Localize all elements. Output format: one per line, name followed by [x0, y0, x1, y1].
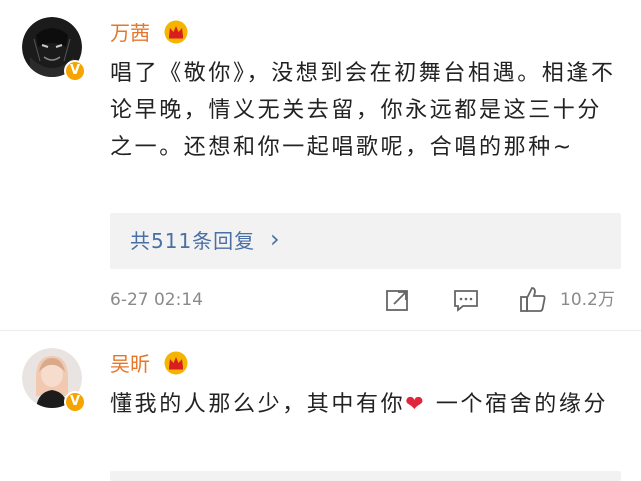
crown-icon: [163, 20, 189, 48]
heart-emoji-icon: ❤: [405, 392, 427, 417]
comment-text-part: 一个宿舍的缘分: [426, 392, 609, 417]
comment-text: 唱了《敬你》，没想到会在初舞台相遇。相逢不论早晚，情义无关去留，你永远都是这三十…: [110, 61, 616, 160]
comment-item: V 吴昕 懂我的人那么少，其中有你❤ 一个宿舍的缘分: [0, 331, 641, 481]
repost-icon[interactable]: [384, 287, 412, 317]
verified-badge: V: [64, 60, 86, 82]
reply-summary-box[interactable]: [110, 471, 621, 481]
chevron-right-icon: ›: [270, 225, 281, 253]
reply-summary-link[interactable]: 共511条回复: [130, 229, 255, 253]
comment-text-part: 懂我的人那么少，其中有你: [110, 392, 406, 417]
thumbs-up-icon[interactable]: [518, 284, 548, 318]
reply-summary-box[interactable]: 共511条回复 ›: [110, 213, 621, 269]
like-count: 10.2万: [560, 290, 615, 310]
comment-username[interactable]: 万茜: [110, 21, 150, 45]
comment-timestamp: 6-27 02:14: [110, 290, 203, 310]
comment-username[interactable]: 吴昕: [110, 352, 150, 376]
comment-text: 懂我的人那么少，其中有你❤ 一个宿舍的缘分: [110, 386, 620, 423]
crown-icon: [163, 351, 189, 379]
comment-icon[interactable]: [452, 287, 480, 317]
comment-item: V 万茜 唱了《敬你》，没想到会在初舞台相遇。相逢不论早晚，情义无关去留，你永远…: [0, 0, 641, 330]
verified-badge: V: [64, 391, 86, 413]
